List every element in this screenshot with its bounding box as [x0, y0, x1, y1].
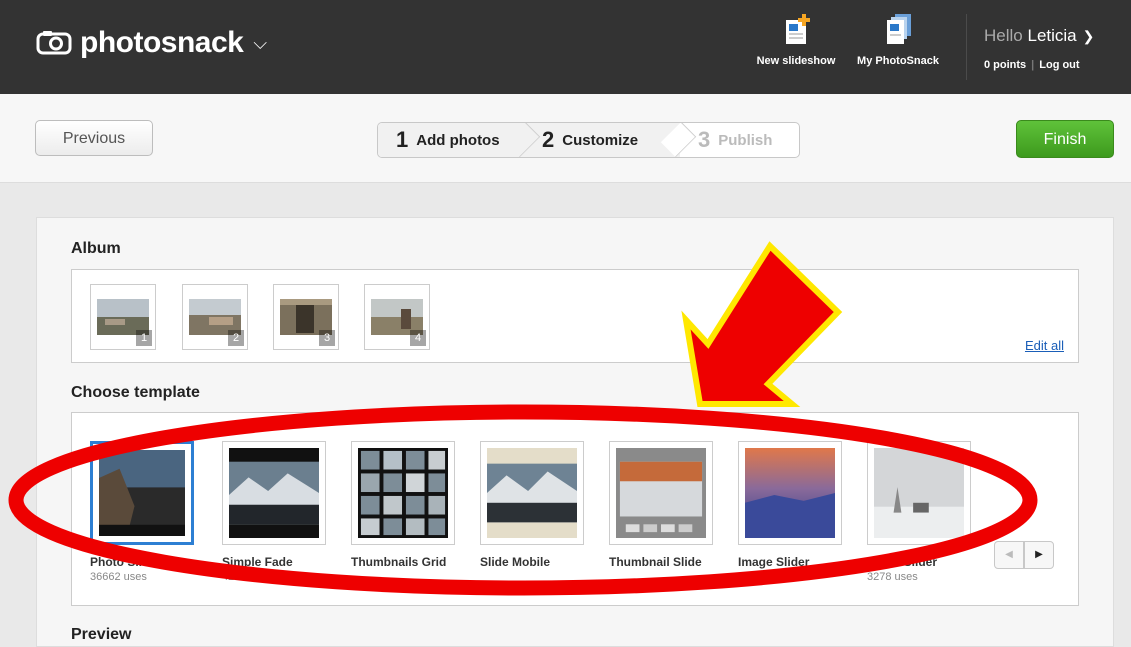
- album-box: 1 2 3 4 Edit all: [71, 269, 1079, 363]
- template-thumbnail: [738, 441, 842, 545]
- template-thumbnail: [90, 441, 194, 545]
- template-thumbnail: [351, 441, 455, 545]
- user-name: Leticia: [1027, 26, 1077, 45]
- template-name: Thumbnail Slide: [609, 555, 702, 569]
- template-uses: 4284 uses: [222, 571, 273, 583]
- template-preview-image: [229, 448, 319, 538]
- template-thumbnail: [480, 441, 584, 545]
- photo-number: 3: [319, 330, 335, 346]
- template-next-button[interactable]: ▶: [1024, 541, 1054, 569]
- edit-all-link[interactable]: Edit all: [1025, 338, 1064, 353]
- template-preview-image: [874, 448, 964, 538]
- template-name: Image Slider: [738, 555, 810, 569]
- photo-number: 1: [136, 330, 152, 346]
- template-uses: 2815 uses: [738, 571, 789, 583]
- user-menu[interactable]: Hello Leticia ❯: [984, 26, 1094, 46]
- album-photo[interactable]: 4: [364, 284, 430, 350]
- template-box: Photo Slide 36662 uses Simple Fade 4284 …: [71, 412, 1079, 606]
- points-label: 0 points: [984, 59, 1027, 71]
- camera-icon: [36, 31, 72, 55]
- chevron-left-icon: ◀: [1005, 549, 1013, 560]
- step-number: 3: [698, 127, 711, 152]
- chevron-down-icon: ❯: [1082, 28, 1095, 44]
- photo-number: 2: [228, 330, 244, 346]
- album-heading: Album: [71, 240, 121, 257]
- template-uses: 36662 uses: [90, 571, 147, 583]
- my-photosnack-button[interactable]: My PhotoSnack: [853, 14, 943, 67]
- template-name: Photo Slide: [90, 555, 156, 569]
- brand-menu[interactable]: photosnack ⌵: [36, 26, 267, 60]
- my-photosnack-icon: [887, 14, 911, 44]
- template-name: Slide Mobile: [480, 555, 551, 569]
- template-simple-fade[interactable]: Simple Fade 4284 uses: [222, 441, 326, 583]
- new-slideshow-label: New slideshow: [756, 55, 836, 67]
- template-uses: 3278 uses: [867, 571, 918, 583]
- divider: [966, 14, 967, 80]
- top-bar: photosnack ⌵ New slideshow My PhotoSnack…: [0, 0, 1131, 94]
- album-photo[interactable]: 1: [90, 284, 156, 350]
- template-heading: Choose template: [71, 384, 200, 401]
- template-slide-mobile[interactable]: Slide Mobile: [480, 441, 584, 571]
- step-number: 1: [396, 127, 409, 152]
- template-photo-slide[interactable]: Photo Slide 36662 uses: [90, 441, 194, 583]
- template-name: Chain Slider: [867, 555, 938, 569]
- preview-heading: Preview: [71, 626, 132, 643]
- step-publish[interactable]: 3 Publish: [680, 123, 773, 157]
- editor-panel: Album 1 2 3 4 Edit all Choose template P…: [36, 217, 1114, 647]
- template-preview-image: [487, 448, 577, 538]
- template-preview-image: [616, 448, 706, 538]
- template-thumbnail-slide[interactable]: Thumbnail Slide: [609, 441, 713, 571]
- template-name: Thumbnails Grid: [351, 555, 447, 569]
- previous-button[interactable]: Previous: [35, 120, 153, 156]
- finish-button[interactable]: Finish: [1016, 120, 1114, 158]
- template-thumbnails-grid[interactable]: Thumbnails Grid: [351, 441, 455, 571]
- album-photo[interactable]: 2: [182, 284, 248, 350]
- step-label: Publish: [718, 131, 773, 149]
- step-label: Add photos: [416, 131, 500, 149]
- template-thumbnail: [609, 441, 713, 545]
- template-name: Simple Fade: [222, 555, 293, 569]
- chevron-right-icon: ▶: [1035, 549, 1043, 560]
- step-toolbar: Previous 1 Add photos 2 Customize 3 Publ…: [0, 94, 1131, 183]
- album-photo[interactable]: 3: [273, 284, 339, 350]
- template-preview-image: [99, 450, 185, 536]
- wizard-steps: 1 Add photos 2 Customize 3 Publish: [377, 122, 800, 158]
- hello-label: Hello: [984, 26, 1023, 45]
- photo-number: 4: [410, 330, 426, 346]
- step-add-photos[interactable]: 1 Add photos: [378, 123, 541, 157]
- step-customize[interactable]: 2 Customize: [524, 123, 697, 157]
- step-number: 2: [542, 127, 555, 152]
- my-photosnack-label: My PhotoSnack: [857, 55, 939, 67]
- template-thumbnail: [222, 441, 326, 545]
- template-preview-image: [358, 448, 448, 538]
- new-slideshow-icon: [786, 14, 810, 44]
- step-label: Customize: [562, 131, 639, 149]
- template-image-slider[interactable]: Image Slider 2815 uses: [738, 441, 842, 583]
- logout-link[interactable]: Log out: [1039, 59, 1079, 71]
- chevron-down-icon: ⌵: [253, 32, 268, 53]
- template-prev-button[interactable]: ◀: [994, 541, 1024, 569]
- template-preview-image: [745, 448, 835, 538]
- new-slideshow-button[interactable]: New slideshow: [753, 14, 839, 67]
- template-chain-slider[interactable]: Chain Slider 3278 uses: [867, 441, 971, 583]
- template-thumbnail: [867, 441, 971, 545]
- user-links: 0 points | Log out: [984, 59, 1080, 71]
- brand-name: photosnack: [80, 26, 244, 59]
